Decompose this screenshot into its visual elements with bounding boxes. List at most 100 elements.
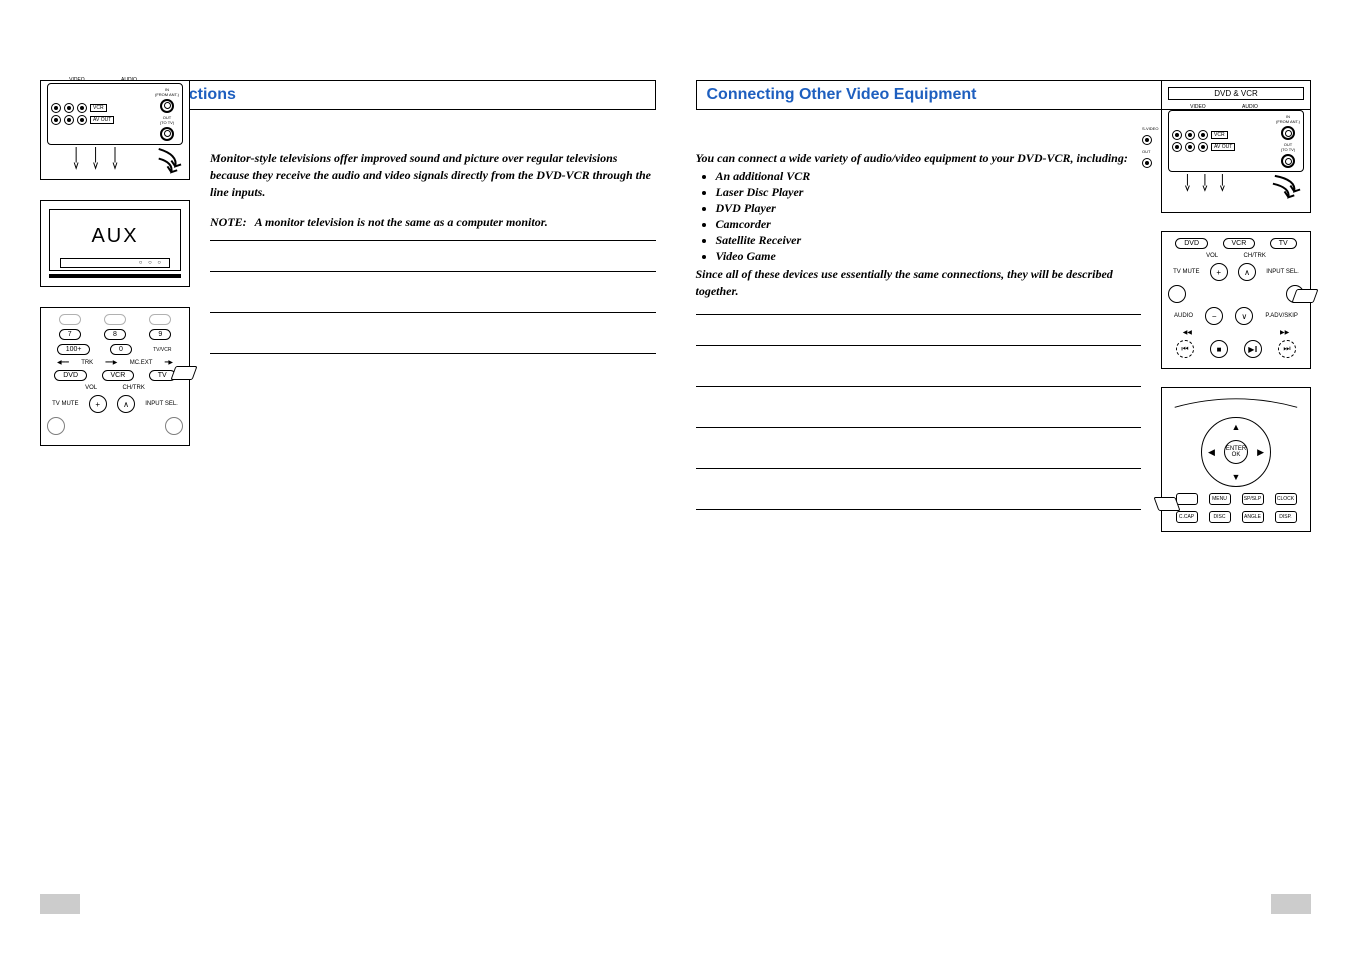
right-text-column: Connecting Other Video Equipment You can… xyxy=(696,80,1142,532)
vcr-label: VCR xyxy=(90,104,107,112)
rca-jack xyxy=(77,115,87,125)
divider xyxy=(696,314,1142,315)
arrow-right-icon: ▶ xyxy=(1257,447,1264,458)
rca-jack xyxy=(64,115,74,125)
step-separator xyxy=(210,312,656,313)
step-separator xyxy=(696,468,1142,469)
inputsel-label: INPUT SEL. xyxy=(145,401,178,407)
remote-sq-btn: CLOCK xyxy=(1275,493,1297,505)
rca-jack xyxy=(51,115,61,125)
remote-btn-prev: ⏮ xyxy=(1176,340,1194,358)
remote-btn-vcr: VCR xyxy=(102,370,135,381)
callout-box xyxy=(1153,497,1180,511)
dpad: ▲ ▼ ◀ ▶ ENTER OK xyxy=(1201,417,1271,487)
remote-btn-stop: ■ xyxy=(1210,340,1228,358)
remote-sq-btn: MENU xyxy=(1209,493,1231,505)
list-item: Satellite Receiver xyxy=(716,233,1142,248)
right-steps xyxy=(696,345,1142,510)
right-page: Connecting Other Video Equipment You can… xyxy=(696,80,1312,532)
list-item: Camcorder xyxy=(716,217,1142,232)
rca-jack xyxy=(1172,130,1182,140)
mcext-label: MC.EXT xyxy=(130,360,153,366)
jack-video-label: VIDEO xyxy=(69,77,85,83)
aux-text: AUX xyxy=(54,225,176,248)
svideo-label: S-VIDEO xyxy=(1142,126,1158,131)
arrow-left-icon: ◀ xyxy=(1208,447,1215,458)
remote-btn-0: 0 xyxy=(110,344,132,355)
ff-icon: ▶▶ xyxy=(1280,329,1289,336)
step-separator xyxy=(210,353,656,354)
remote-btn-mute xyxy=(1168,285,1186,303)
remote-btn-plus: + xyxy=(89,395,107,413)
note-label: NOTE: xyxy=(210,215,247,230)
chtrk-label: CH/TRK xyxy=(1244,253,1266,259)
note-block: NOTE: A monitor television is not the sa… xyxy=(210,215,656,230)
remote-btn-next: ⏭ xyxy=(1278,340,1296,358)
step-separator xyxy=(696,345,1142,346)
remote-btn-tv: TV xyxy=(1270,238,1297,249)
remote-sq-btn xyxy=(1176,493,1198,505)
rca-jack xyxy=(51,103,61,113)
aux-display-illustration: AUX ○ ○ ○ xyxy=(40,200,190,287)
jack-panel: VCR AV OUT IN (FROM ANT.) OUT (TO TV) xyxy=(1168,110,1304,172)
antenna-jack xyxy=(160,99,174,113)
rew-icon: ◀◀ xyxy=(1183,329,1192,336)
list-item: DVD Player xyxy=(716,201,1142,216)
remote-sq-btn: DISC xyxy=(1209,511,1231,523)
remote-btn-plus: + xyxy=(1210,263,1228,281)
out-tv-label: OUT (TO TV) xyxy=(1281,142,1295,152)
arrow-down-icon: ▼ xyxy=(1232,472,1241,482)
remote-btn-up: ∧ xyxy=(117,395,135,413)
intro-text: Monitor-style televisions offer improved… xyxy=(210,150,656,200)
vol-label: VOL xyxy=(1206,253,1218,259)
inputsel-label: INPUT SEL. xyxy=(1266,269,1299,275)
cable-illustration xyxy=(47,145,183,179)
remote-btn-7: 7 xyxy=(59,329,81,340)
callout-box xyxy=(170,366,197,380)
remote-sq-btn: C.CAP xyxy=(1176,511,1198,523)
left-steps xyxy=(210,271,656,354)
remote-top-illustration: DVD VCR TV VOL CH/TRK TV MUTE + ∧ INPUT … xyxy=(1161,231,1311,369)
intro-tail: Since all of these devices use essential… xyxy=(696,266,1142,300)
tvmute-label: TV MUTE xyxy=(52,401,78,407)
svideo-out-label: OUT xyxy=(1142,149,1158,154)
jack-video-label: VIDEO xyxy=(1190,104,1206,110)
list-item: An additional VCR xyxy=(716,169,1142,184)
page-number-right xyxy=(1271,894,1311,914)
remote-btn-up: ∧ xyxy=(1238,263,1256,281)
cable-illustration xyxy=(1168,172,1304,201)
enter-ok-btn: ENTER OK xyxy=(1224,440,1248,464)
intro-lead: You can connect a wide variety of audio/… xyxy=(696,150,1142,167)
page-number-left xyxy=(40,894,80,914)
antenna-jack xyxy=(1281,126,1295,140)
remote-btn-play: ▶‖ xyxy=(1244,340,1262,358)
antenna-jack xyxy=(160,127,174,141)
antenna-jack xyxy=(1281,154,1295,168)
arrow-up-icon: ▲ xyxy=(1232,422,1241,432)
divider xyxy=(210,240,656,241)
rca-jack xyxy=(77,103,87,113)
remote-sq-btn: ANGLE xyxy=(1242,511,1264,523)
chtrk-label: CH/TRK xyxy=(123,385,145,391)
avout-label: AV OUT xyxy=(1211,143,1235,151)
disc-dots-icon: ○ ○ ○ xyxy=(139,260,163,266)
remote-btn-vcr: VCR xyxy=(1223,238,1256,249)
audio-label: AUDIO xyxy=(1174,313,1193,319)
out-tv-label: OUT (TO TV) xyxy=(160,115,174,125)
remote-top-curve xyxy=(1170,396,1302,409)
rca-jack xyxy=(1185,130,1195,140)
padvskip-label: P.ADV/SKIP xyxy=(1265,313,1298,319)
remote-btn-9: 9 xyxy=(149,329,171,340)
remote-sq-btn: DISP. xyxy=(1275,511,1297,523)
rca-jack xyxy=(64,103,74,113)
svideo-jack xyxy=(1142,135,1152,145)
remote-btn-dvd: DVD xyxy=(54,370,87,381)
remote-btn-down: ∨ xyxy=(1235,307,1253,325)
vol-label: VOL xyxy=(85,385,97,391)
left-text-column: Monitor TV Connections Monitor-style tel… xyxy=(210,80,656,532)
dvdvcr-label: DVD & VCR xyxy=(1168,87,1304,100)
remote-btn-8: 8 xyxy=(104,329,126,340)
remote-sq-btn: SP/SLP xyxy=(1242,493,1264,505)
remote-dpad-illustration: ▲ ▼ ◀ ▶ ENTER OK MENU SP/SLP CLOCK C.CAP… xyxy=(1161,387,1311,532)
rca-jack xyxy=(1185,142,1195,152)
